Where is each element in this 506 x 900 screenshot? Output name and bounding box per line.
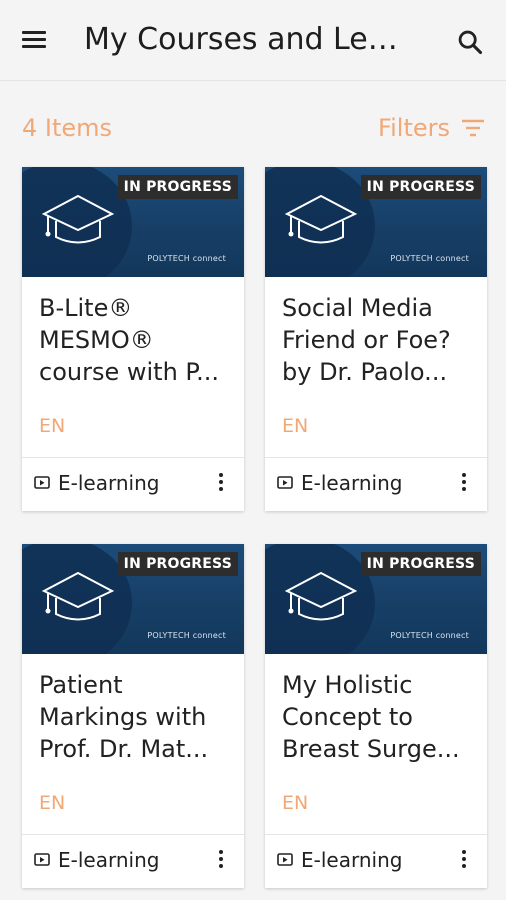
- course-card[interactable]: IN PROGRESS POLYTECH connect Social Medi…: [265, 167, 487, 511]
- course-type-label: E-learning: [58, 848, 160, 872]
- course-title-line: course with P...: [39, 358, 220, 386]
- course-type-label: E-learning: [301, 471, 403, 495]
- filters-label: Filters: [378, 114, 450, 142]
- graduation-cap-icon: [284, 194, 358, 244]
- card-divider: [265, 457, 487, 458]
- course-type: E-learning: [277, 471, 402, 495]
- course-title-line: B-Lite®: [39, 294, 133, 322]
- brand-logo-text: POLYTECH connect: [390, 631, 469, 640]
- card-divider: [22, 834, 244, 835]
- brand-logo-text: POLYTECH connect: [390, 254, 469, 263]
- more-options-icon[interactable]: [461, 473, 467, 495]
- course-title: My Holistic Concept to Breast Surge...: [282, 669, 474, 765]
- course-card[interactable]: IN PROGRESS POLYTECH connect My Holistic…: [265, 544, 487, 888]
- course-card[interactable]: IN PROGRESS POLYTECH connect B-Lite® MESM…: [22, 167, 244, 511]
- course-title-line: MESMO®: [39, 326, 154, 354]
- filter-icon: [462, 119, 484, 137]
- course-type: E-learning: [34, 471, 159, 495]
- course-title-line: Patient: [39, 671, 123, 699]
- course-title-line: My Holistic: [282, 671, 413, 699]
- course-thumbnail: IN PROGRESS POLYTECH connect: [265, 544, 487, 654]
- card-divider: [265, 834, 487, 835]
- brand-logo-text: POLYTECH connect: [147, 631, 226, 640]
- brand-logo-text: POLYTECH connect: [147, 254, 226, 263]
- course-type: E-learning: [277, 848, 402, 872]
- status-badge: IN PROGRESS: [360, 552, 481, 576]
- course-title: Patient Markings with Prof. Dr. Mat...: [39, 669, 231, 765]
- more-options-icon[interactable]: [218, 850, 224, 872]
- course-type: E-learning: [34, 848, 159, 872]
- course-type-label: E-learning: [301, 848, 403, 872]
- more-options-icon[interactable]: [218, 473, 224, 495]
- course-title-line: by Dr. Paolo...: [282, 358, 448, 386]
- hamburger-menu-icon[interactable]: [22, 31, 46, 49]
- course-thumbnail: IN PROGRESS POLYTECH connect: [265, 167, 487, 277]
- more-options-icon[interactable]: [461, 850, 467, 872]
- graduation-cap-icon: [41, 571, 115, 621]
- course-title-line: Markings with: [39, 703, 207, 731]
- video-play-icon: [34, 476, 50, 489]
- course-title: B-Lite® MESMO® course with P...: [39, 292, 231, 388]
- status-badge: IN PROGRESS: [117, 175, 238, 199]
- page-title: My Courses and Learning: [84, 22, 414, 57]
- filters-button[interactable]: Filters: [378, 114, 486, 142]
- course-title-line: Friend or Foe?: [282, 326, 451, 354]
- status-badge: IN PROGRESS: [360, 175, 481, 199]
- search-icon[interactable]: [456, 28, 484, 56]
- course-title: Social Media Friend or Foe? by Dr. Paolo..…: [282, 292, 474, 388]
- course-language: EN: [282, 415, 309, 437]
- course-language: EN: [39, 415, 66, 437]
- video-play-icon: [34, 853, 50, 866]
- course-title-line: Social Media: [282, 294, 433, 322]
- course-language: EN: [39, 792, 66, 814]
- app-bar: My Courses and Learning: [0, 0, 506, 81]
- video-play-icon: [277, 853, 293, 866]
- items-count: 4 Items: [22, 114, 113, 142]
- list-header: 4 Items Filters: [0, 108, 506, 152]
- status-badge: IN PROGRESS: [117, 552, 238, 576]
- video-play-icon: [277, 476, 293, 489]
- graduation-cap-icon: [41, 194, 115, 244]
- card-divider: [22, 457, 244, 458]
- graduation-cap-icon: [284, 571, 358, 621]
- course-language: EN: [282, 792, 309, 814]
- course-title-line: Prof. Dr. Mat...: [39, 735, 209, 763]
- course-type-label: E-learning: [58, 471, 160, 495]
- course-card[interactable]: IN PROGRESS POLYTECH connect Patient Mark…: [22, 544, 244, 888]
- course-thumbnail: IN PROGRESS POLYTECH connect: [22, 544, 244, 654]
- course-title-line: Concept to: [282, 703, 413, 731]
- course-thumbnail: IN PROGRESS POLYTECH connect: [22, 167, 244, 277]
- course-title-line: Breast Surge...: [282, 735, 460, 763]
